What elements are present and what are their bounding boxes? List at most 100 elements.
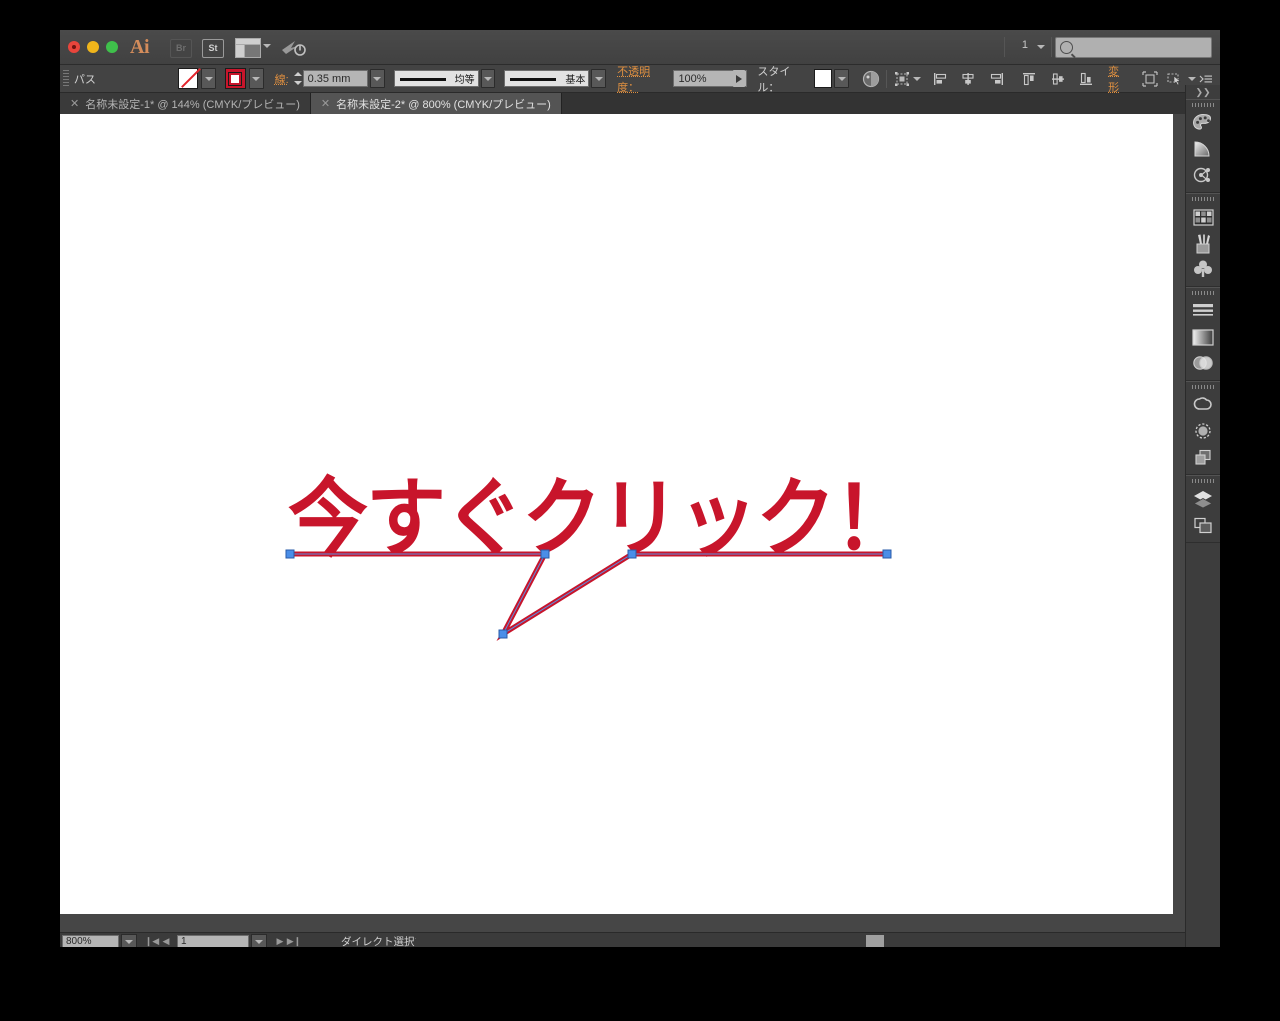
dock-group-color <box>1186 99 1220 193</box>
color-guide-panel-icon[interactable] <box>1186 136 1220 162</box>
dock-group-grip-3[interactable] <box>1186 288 1220 298</box>
align-center-h-icon[interactable] <box>958 69 978 89</box>
graphic-style-dropdown[interactable] <box>834 69 850 88</box>
dock-group-stroke <box>1186 287 1220 381</box>
maximize-window-button[interactable] <box>106 41 118 53</box>
minimize-window-button[interactable] <box>87 41 99 53</box>
dock-group-grip-2[interactable] <box>1186 194 1220 204</box>
stroke-swatch-dropdown[interactable] <box>248 68 264 89</box>
close-window-button[interactable] <box>68 41 80 53</box>
isolate-object-icon[interactable] <box>1140 69 1160 89</box>
fill-color-swatch[interactable] <box>177 68 199 89</box>
next-artboard-button[interactable]: ▶ <box>273 935 287 948</box>
stroke-profile-preview-icon <box>399 78 446 81</box>
zoom-level-field[interactable]: 800% <box>62 934 119 947</box>
align-left-icon[interactable] <box>930 69 950 89</box>
document-tab-bar: ✕ 名称未設定-1* @ 144% (CMYK/プレビュー) ✕ 名称未設定-2… <box>60 93 1220 114</box>
style-label: スタイル： <box>757 65 791 94</box>
brush-definition-dropdown[interactable] <box>591 69 607 88</box>
recolor-artwork-icon[interactable] <box>1186 162 1220 188</box>
appearance-panel-icon[interactable] <box>1186 418 1220 444</box>
layers-panel-icon[interactable] <box>1186 486 1220 512</box>
brush-definition-field[interactable]: 基本 <box>504 70 590 87</box>
symbols-panel-icon[interactable] <box>1186 256 1220 282</box>
document-canvas[interactable]: 今すぐクリック！ <box>60 114 1173 914</box>
app-logo-icon: Ai <box>130 36 150 58</box>
align-middle-v-icon[interactable] <box>1048 69 1068 89</box>
anchor-point <box>498 629 508 639</box>
color-panel-icon[interactable] <box>1186 110 1220 136</box>
close-tab-icon[interactable]: ✕ <box>70 97 79 110</box>
arrange-documents-chevron-down-icon[interactable] <box>263 44 271 48</box>
select-similar-chevron-down-icon[interactable] <box>1188 76 1197 81</box>
workspace-chevron-down-icon[interactable] <box>1037 45 1045 49</box>
dock-group-swatches <box>1186 193 1220 287</box>
graphic-style-swatch[interactable] <box>813 69 833 88</box>
search-input[interactable] <box>1055 37 1212 58</box>
document-tab-1-label: 名称未設定-1* @ 144% (CMYK/プレビュー) <box>85 98 300 111</box>
artboard-number-field[interactable]: 1 <box>177 934 249 947</box>
stock-button[interactable]: St <box>202 39 224 58</box>
workspace-indicator[interactable]: 1 <box>1022 39 1028 51</box>
stroke-weight-stepper[interactable] <box>293 70 303 87</box>
zoom-level-dropdown[interactable] <box>121 933 137 947</box>
control-bar-separator-1 <box>886 69 887 88</box>
control-bar: パス 線: 0.35 mm 均等 基本 不透明度： 100% スタイル： 変形 <box>60 63 1220 95</box>
titlebar-divider-2 <box>1051 37 1052 57</box>
path-selection-outline <box>290 553 887 636</box>
close-tab-icon-2[interactable]: ✕ <box>321 97 330 110</box>
align-selection-chevron-down-icon[interactable] <box>912 76 921 81</box>
document-tab-1[interactable]: ✕ 名称未設定-1* @ 144% (CMYK/プレビュー) <box>60 93 311 114</box>
stroke-color-swatch[interactable] <box>225 68 246 89</box>
stroke-profile-label: 均等 <box>454 75 475 86</box>
creative-cloud-libraries-icon[interactable] <box>1186 392 1220 418</box>
dock-group-grip[interactable] <box>1186 100 1220 110</box>
anchor-point <box>285 549 295 559</box>
document-tab-2[interactable]: ✕ 名称未設定-2* @ 800% (CMYK/プレビュー) <box>310 93 562 114</box>
first-artboard-button[interactable]: ❙◀ <box>145 935 159 948</box>
transform-button[interactable]: 変形 <box>1108 63 1130 95</box>
brushes-panel-icon[interactable] <box>1186 230 1220 256</box>
gradient-panel-icon[interactable] <box>1186 324 1220 350</box>
artboards-panel-icon[interactable] <box>1186 512 1220 538</box>
align-selection-icon[interactable] <box>892 69 912 89</box>
horizontal-scrollbar-thumb[interactable] <box>866 935 884 947</box>
window-controls <box>68 41 118 53</box>
anchor-point <box>540 549 550 559</box>
select-similar-objects-icon[interactable] <box>1166 69 1186 89</box>
collapse-panels-icon[interactable]: ❯❯ <box>1186 85 1220 99</box>
transparency-panel-icon[interactable] <box>1186 350 1220 376</box>
swatches-panel-icon[interactable] <box>1186 204 1220 230</box>
align-right-icon[interactable] <box>987 69 1007 89</box>
search-icon <box>1060 41 1073 54</box>
horizontal-scrollbar[interactable] <box>416 934 1205 947</box>
stroke-weight-label[interactable]: 線: <box>275 71 289 87</box>
dock-group-grip-4[interactable] <box>1186 382 1220 392</box>
control-bar-grip[interactable] <box>63 69 69 88</box>
previous-artboard-button[interactable]: ◀ <box>159 935 173 948</box>
align-top-icon[interactable] <box>1019 69 1039 89</box>
stroke-profile-field[interactable]: 均等 <box>393 70 479 87</box>
last-artboard-button[interactable]: ▶❙ <box>287 935 301 948</box>
artwork-path-group[interactable] <box>60 114 1173 914</box>
arrange-documents-icon[interactable] <box>235 38 261 58</box>
titlebar-divider <box>1004 37 1005 57</box>
stroke-weight-field[interactable]: 0.35 mm <box>302 70 368 87</box>
opacity-slider-arrow[interactable] <box>732 70 746 87</box>
stroke-weight-dropdown[interactable] <box>369 69 385 88</box>
title-bar: Ai Br St 1 <box>60 30 1220 65</box>
dock-group-grip-5[interactable] <box>1186 476 1220 486</box>
selection-type-label: パス <box>73 73 96 86</box>
stroke-panel-icon[interactable] <box>1186 298 1220 324</box>
panel-dock: ❯❯ <box>1185 85 1220 947</box>
go-to-bridge-icon[interactable] <box>280 39 306 56</box>
stroke-profile-dropdown[interactable] <box>480 69 496 88</box>
recolor-artwork-button[interactable] <box>861 69 881 89</box>
graphic-styles-panel-icon[interactable] <box>1186 444 1220 470</box>
align-bottom-icon[interactable] <box>1076 69 1096 89</box>
bridge-button[interactable]: Br <box>170 39 192 58</box>
brush-preview-icon <box>510 78 557 81</box>
fill-swatch-dropdown[interactable] <box>201 68 217 89</box>
artboard-number-dropdown[interactable] <box>251 933 267 947</box>
opacity-label[interactable]: 不透明度： <box>617 63 671 95</box>
